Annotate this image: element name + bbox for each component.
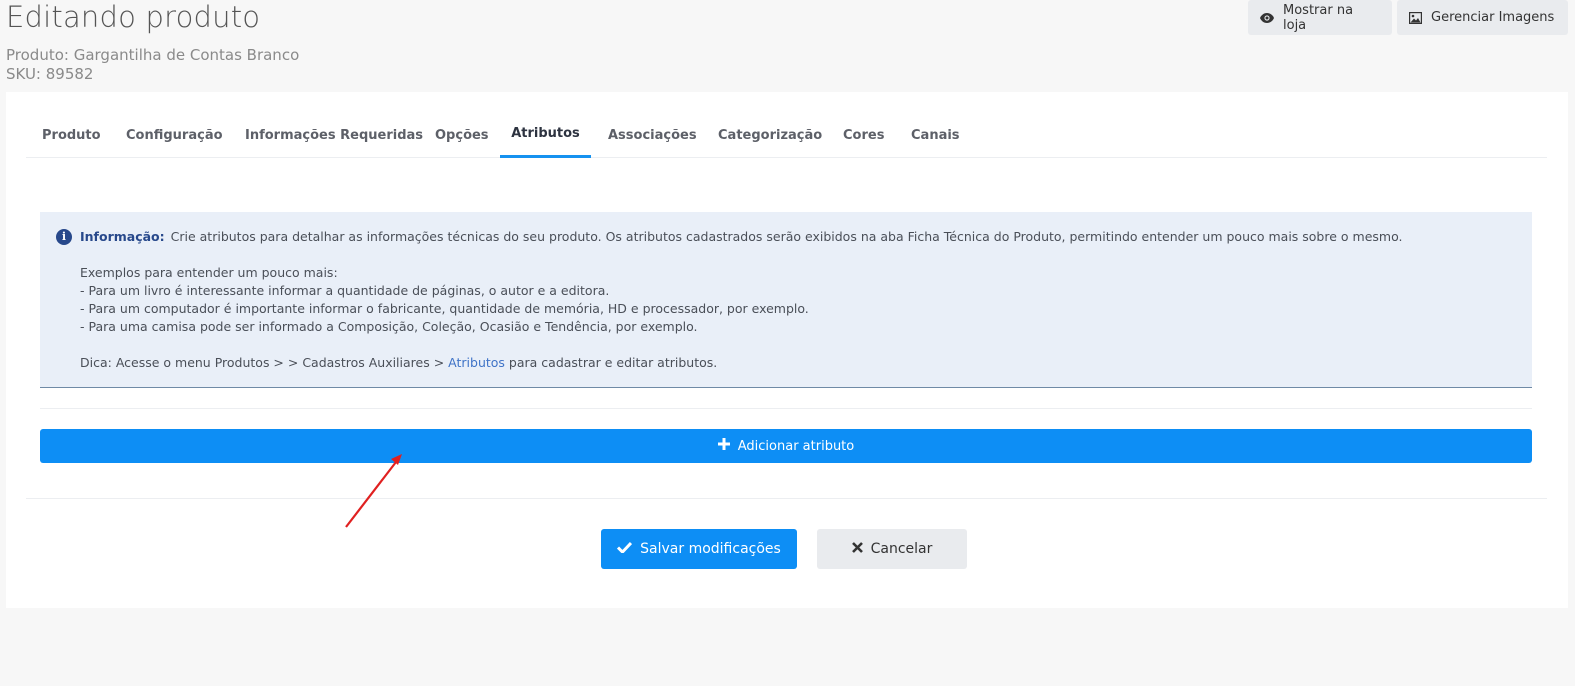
red-arrow-annotation bbox=[345, 454, 402, 528]
